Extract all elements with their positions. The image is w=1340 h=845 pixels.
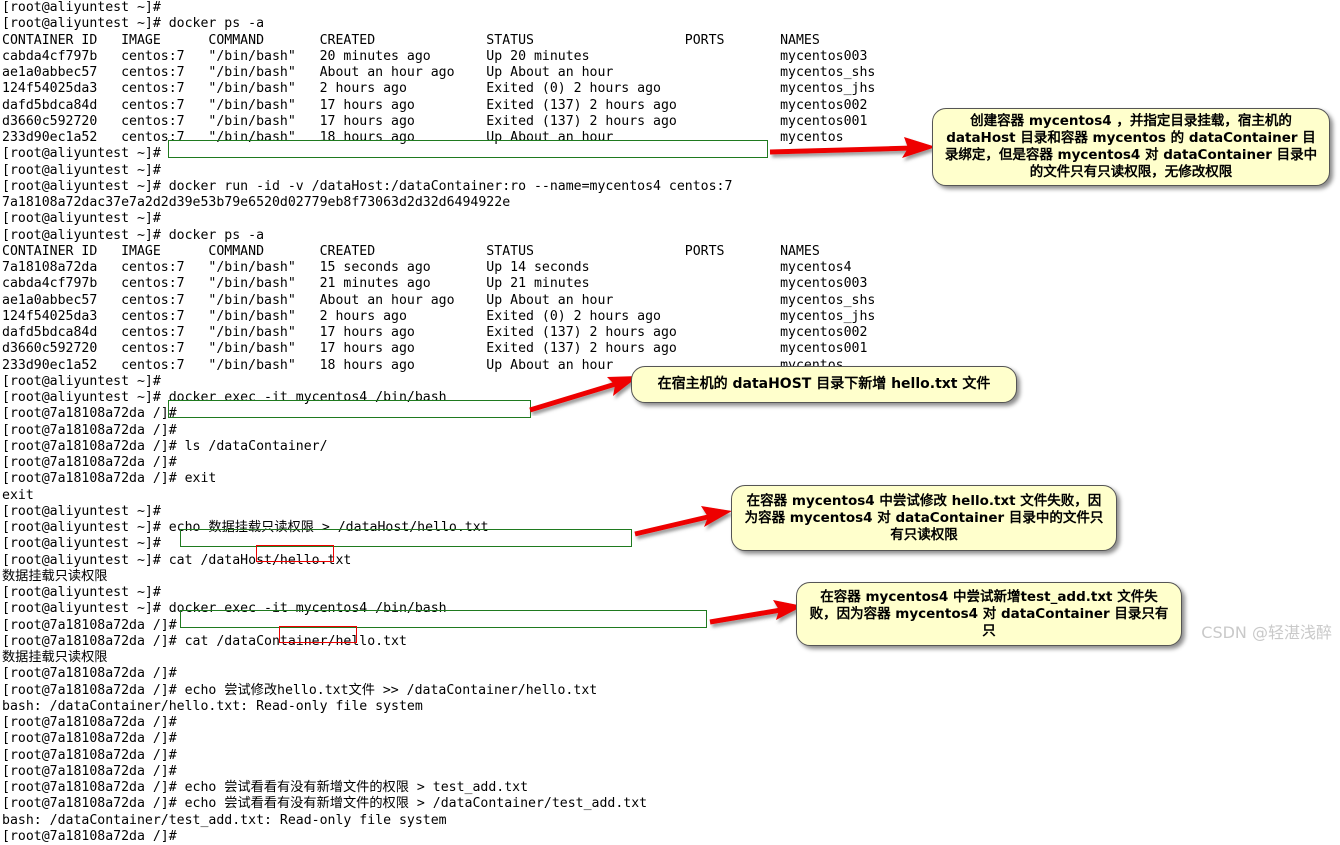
terminal-line: [root@7a18108a72da /]# [2,747,177,763]
terminal-line: [root@7a18108a72da /]# [2,715,177,730]
terminal-line: [root@7a18108a72da /]# [2,422,177,438]
callout-add-hello-on-host: 在宿主机的 dataHOST 目录下新增 hello.txt 文件 [631,366,1017,403]
terminal-line: [root@7a18108a72da /]# echo 尝试修改hello.tx… [2,682,598,698]
terminal-line: cabda4cf797b centos:7 "/bin/bash" 21 min… [2,276,868,292]
terminal-line: [root@7a18108a72da /]# echo 尝试看看有没有新增文件的… [2,780,529,795]
terminal-line: exit [2,487,34,503]
terminal-line: [root@7a18108a72da /]# echo 尝试看看有没有新增文件的… [2,796,648,812]
terminal-line: [root@7a18108a72da /]# [2,455,177,470]
terminal-line: [root@aliyuntest ~]# [2,0,161,15]
callout-create-container: 创建容器 mycentos4 ，并指定目录挂载，宿主机的 dataHost 目录… [932,108,1330,186]
callout-modify-fail-text: 在容器 mycentos4 中尝试修改 hello.txt 文件失败，因为容器 … [744,492,1104,543]
terminal-line: CONTAINER ID IMAGE COMMAND CREATED STATU… [2,32,820,48]
terminal-line: [root@aliyuntest ~]# docker ps -a [2,16,265,32]
callout-add-fail-text: 在容器 mycentos4 中尝试新增test_add.txt 文件失败，因为容… [809,588,1169,639]
callout-create-container-text: 创建容器 mycentos4 ，并指定目录挂载，宿主机的 dataHost 目录… [944,113,1318,180]
terminal-line: 数据挂载只读权限 [2,650,108,665]
terminal-line: [root@7a18108a72da /]# [2,406,177,422]
callout-add-hello-on-host-text: 在宿主机的 dataHOST 目录下新增 hello.txt 文件 [657,376,991,392]
callout-modify-fail: 在容器 mycentos4 中尝试修改 hello.txt 文件失败，因为容器 … [731,485,1117,551]
terminal-line: 7a18108a72dac37e7a2d2d39e53b79e6520d0277… [2,195,511,210]
terminal-line: bash: /dataContainer/hello.txt: Read-onl… [2,698,423,714]
terminal-line: [root@aliyuntest ~]# docker ps -a [2,227,265,243]
terminal-line: [root@7a18108a72da /]# [2,828,177,844]
terminal-line: ae1a0abbec57 centos:7 "/bin/bash" About … [2,65,876,80]
terminal-line: d3660c592720 centos:7 "/bin/bash" 17 hou… [2,341,868,357]
terminal-line: [root@7a18108a72da /]# [2,666,177,682]
terminal-line: [root@aliyuntest ~]# cat /dataHost/hello… [2,552,352,568]
terminal-line: [root@7a18108a72da /]# [2,763,177,779]
terminal-line: 7a18108a72da centos:7 "/bin/bash" 15 sec… [2,260,852,275]
terminal-line: 124f54025da3 centos:7 "/bin/bash" 2 hour… [2,81,876,97]
terminal-line: CONTAINER ID IMAGE COMMAND CREATED STATU… [2,243,820,259]
csdn-watermark: CSDN @轻湛浅醉 [1201,623,1332,642]
callout-add-fail: 在容器 mycentos4 中尝试新增test_add.txt 文件失败，因为容… [796,582,1182,646]
terminal-line: [root@aliyuntest ~]# [2,503,161,519]
terminal-line: [root@aliyuntest ~]# echo 数据挂载只读权限 > /da… [2,520,489,535]
terminal-line: [root@7a18108a72da /]# exit [2,471,217,487]
terminal-line: ae1a0abbec57 centos:7 "/bin/bash" About … [2,292,876,308]
terminal-line: bash: /dataContainer/test_add.txt: Read-… [2,812,447,828]
terminal-line: 124f54025da3 centos:7 "/bin/bash" 2 hour… [2,308,876,324]
terminal-output[interactable]: [root@aliyuntest ~]# [root@aliyuntest ~]#… [0,0,1340,844]
terminal-line: [root@aliyuntest ~]# [2,211,161,227]
terminal-line: [root@7a18108a72da /]# [2,731,177,747]
terminal-line: [root@aliyuntest ~]# [2,536,161,552]
terminal-line: dafd5bdca84d centos:7 "/bin/bash" 17 hou… [2,325,868,340]
terminal-line: [root@7a18108a72da /]# ls /dataContainer… [2,438,328,454]
terminal-line: cabda4cf797b centos:7 "/bin/bash" 20 min… [2,48,868,64]
